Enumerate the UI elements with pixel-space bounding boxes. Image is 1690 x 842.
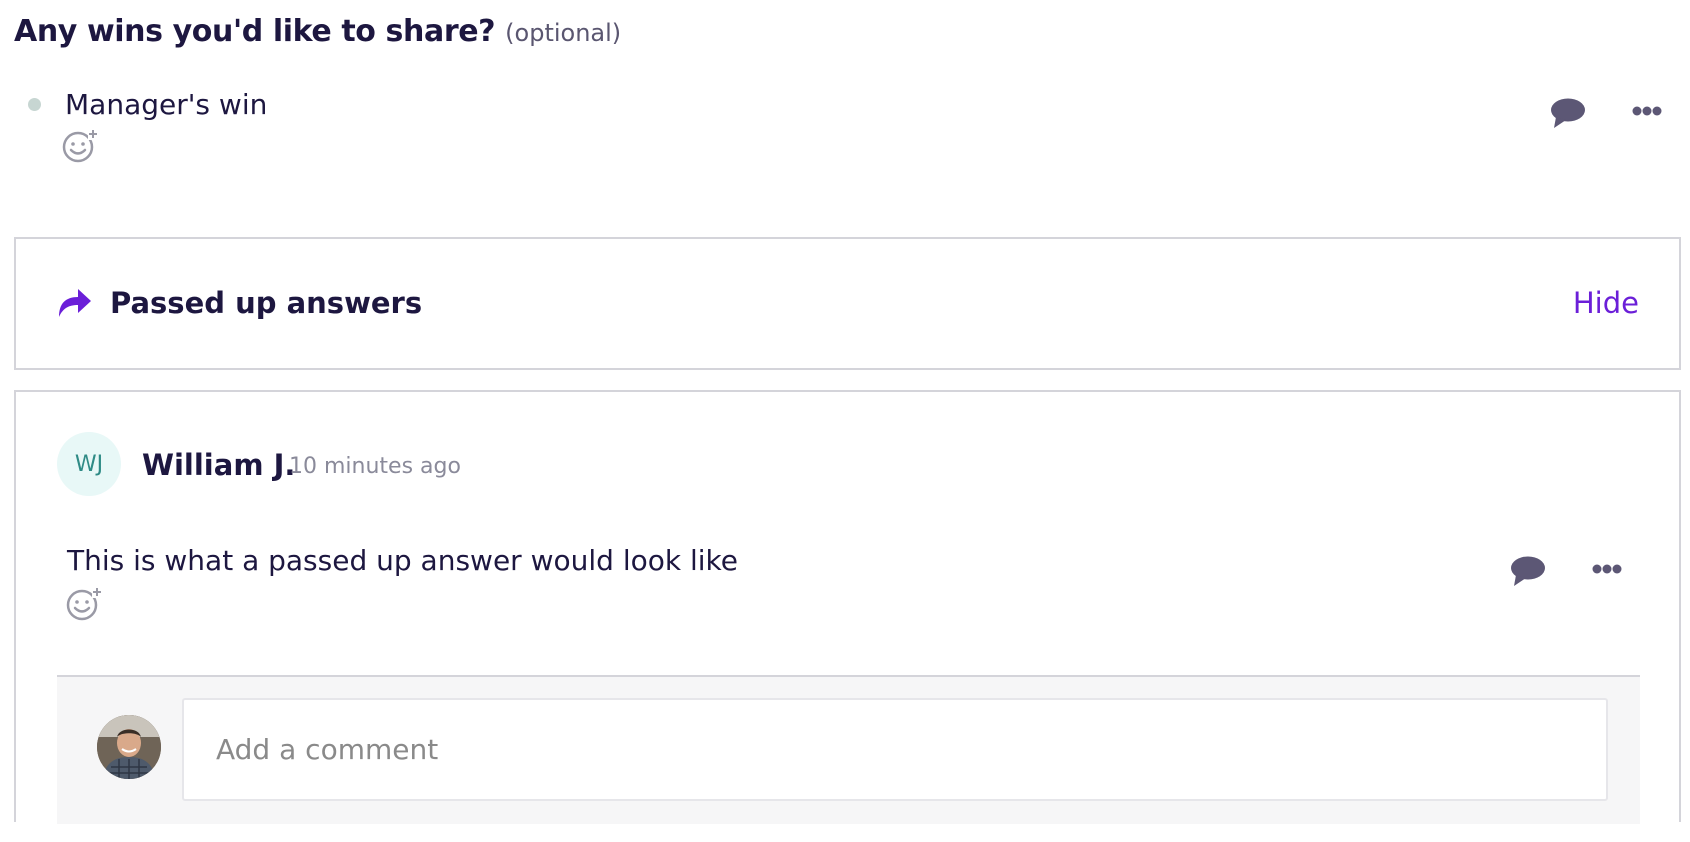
- more-icon[interactable]: [1632, 100, 1662, 122]
- hide-link[interactable]: Hide: [1573, 286, 1639, 320]
- comment-input[interactable]: [182, 698, 1608, 801]
- passed-up-answers-header: Passed up answers Hide: [14, 237, 1681, 370]
- current-user-avatar: [97, 715, 161, 779]
- passed-answer-text: This is what a passed up answer would lo…: [67, 544, 738, 577]
- answer-timestamp: 10 minutes ago: [289, 454, 461, 479]
- share-arrow-icon: [56, 285, 92, 319]
- comment-section: [57, 675, 1640, 824]
- one-on-one-page: Any wins you'd like to share? (optional)…: [0, 0, 1690, 842]
- add-reaction-icon[interactable]: [62, 128, 98, 164]
- answer-text: Manager's win: [65, 88, 268, 121]
- author-name: William J.: [142, 448, 296, 482]
- more-icon[interactable]: [1592, 558, 1622, 580]
- answer-bullet: [28, 98, 41, 111]
- author-avatar: WJ: [57, 432, 121, 496]
- add-reaction-icon[interactable]: [66, 586, 102, 622]
- manager-answer-item: Manager's win: [0, 0, 1690, 180]
- passed-up-label: Passed up answers: [110, 286, 423, 320]
- comment-icon[interactable]: [1510, 554, 1546, 588]
- comment-icon[interactable]: [1550, 96, 1586, 130]
- passed-answer-card: WJ William J. 10 minutes ago This is wha…: [14, 390, 1681, 824]
